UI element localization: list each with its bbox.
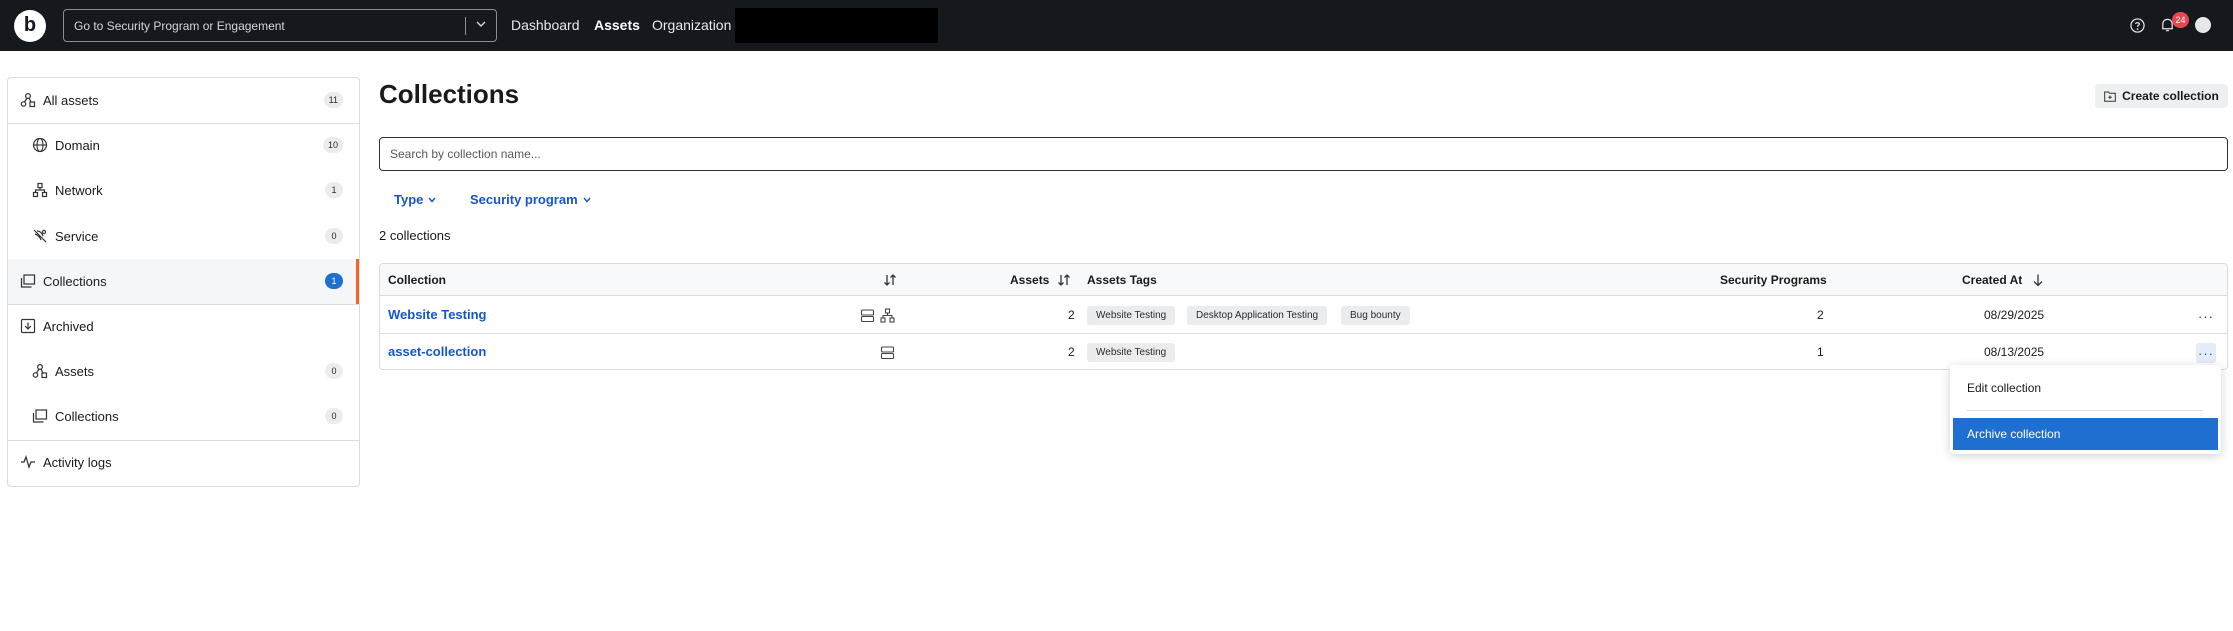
page-title: Collections	[379, 79, 520, 109]
filter-label: Security program	[470, 192, 578, 207]
server-icon	[860, 309, 875, 323]
sidebar-item-domain[interactable]: Domain 10	[8, 123, 359, 168]
sidebar-count-badge: 11	[323, 92, 343, 108]
activity-icon	[21, 455, 35, 469]
top-navigation-bar: b Go to Security Program or Engagement D…	[0, 0, 2233, 51]
goto-separator	[465, 17, 466, 35]
network-icon	[32, 182, 48, 198]
column-header-assets[interactable]: Assets	[1010, 273, 1049, 287]
sidebar-item-network[interactable]: Network 1	[8, 168, 359, 213]
logo-letter: b	[23, 13, 37, 36]
asset-tag: Bug bounty	[1341, 306, 1410, 325]
more-icon: ···	[2198, 345, 2214, 361]
row-actions-button[interactable]: ···	[2196, 343, 2216, 363]
folder-plus-icon	[2104, 91, 2116, 102]
network-icon	[880, 308, 895, 323]
security-program-filter-dropdown[interactable]: Security program	[470, 192, 591, 207]
globe-icon	[32, 137, 48, 153]
collection-search-input[interactable]	[379, 137, 2228, 171]
chevron-down-icon	[583, 197, 591, 203]
nav-dashboard[interactable]: Dashboard	[511, 17, 580, 33]
edit-collection-menu-item[interactable]: Edit collection	[1953, 372, 2218, 404]
collections-count: 2 collections	[379, 228, 451, 243]
column-header-security-programs: Security Programs	[1720, 273, 1827, 287]
sidebar-item-label: Activity logs	[43, 455, 112, 470]
row-actions-menu: Edit collection Archive collection	[1950, 365, 2221, 454]
nav-assets[interactable]: Assets	[594, 17, 640, 33]
user-avatar[interactable]	[2195, 17, 2211, 33]
sort-icon[interactable]	[1057, 273, 1071, 287]
sidebar-item-service[interactable]: Service 0	[8, 214, 359, 259]
collection-name-link[interactable]: asset-collection	[388, 344, 486, 359]
redacted-area	[735, 8, 938, 43]
create-collection-label: Create collection	[2122, 89, 2219, 103]
created-at-date: 08/29/2025	[1984, 308, 2045, 322]
sidebar-item-label: Collections	[43, 274, 107, 289]
column-header-asset-tags: Assets Tags	[1087, 273, 1157, 287]
chevron-down-icon[interactable]	[476, 19, 486, 29]
security-programs-count: 2	[1817, 308, 1824, 322]
service-icon	[33, 229, 47, 243]
sidebar-item-archived[interactable]: Archived	[8, 304, 359, 349]
sidebar-item-all-assets[interactable]: All assets 11	[8, 78, 359, 123]
sidebar-count-badge: 1	[325, 182, 343, 198]
sidebar-item-archived-collections[interactable]: Collections 0	[8, 394, 359, 439]
goto-program-selector[interactable]: Go to Security Program or Engagement	[63, 9, 497, 42]
table-row: Website Testing 2 Website Testing Deskto…	[380, 297, 2227, 334]
chevron-down-icon	[428, 197, 436, 203]
assets-count: 2	[1068, 345, 1075, 359]
create-collection-button[interactable]: Create collection	[2095, 84, 2228, 108]
sidebar-item-label: All assets	[43, 93, 99, 108]
sidebar-item-label: Assets	[55, 364, 95, 379]
sidebar-item-archived-assets[interactable]: Assets 0	[8, 349, 359, 394]
row-actions-button[interactable]: ···	[2196, 306, 2216, 326]
more-icon: ···	[2198, 308, 2214, 324]
sidebar-item-label: Domain	[55, 138, 100, 153]
assets-count: 2	[1068, 308, 1075, 322]
sidebar-count-badge: 0	[325, 228, 343, 244]
nav-organization[interactable]: Organization	[652, 17, 731, 33]
sidebar-item-label: Service	[55, 229, 99, 244]
security-programs-count: 1	[1817, 345, 1824, 359]
archive-collection-menu-item[interactable]: Archive collection	[1953, 418, 2218, 450]
menu-divider	[1967, 410, 2203, 411]
sidebar-count-badge: 0	[325, 363, 343, 379]
assets-icon	[20, 92, 36, 108]
created-at-date: 08/13/2025	[1984, 345, 2045, 359]
server-icon	[880, 346, 895, 360]
column-header-created-at[interactable]: Created At	[1962, 273, 2022, 287]
asset-tag: Website Testing	[1087, 343, 1176, 362]
archive-icon	[20, 318, 36, 334]
collections-table: Collection Assets Assets Tags Security P…	[379, 263, 2228, 370]
help-icon[interactable]	[2130, 18, 2145, 33]
assets-icon	[32, 363, 48, 379]
sidebar-count-badge: 1	[325, 273, 343, 289]
type-filter-dropdown[interactable]: Type	[394, 192, 436, 207]
sidebar-item-label: Network	[55, 183, 103, 198]
sort-icon[interactable]	[883, 273, 897, 287]
assets-sidebar: All assets 11 Domain 10 Network 1 Servic…	[7, 77, 360, 487]
table-header: Collection Assets Assets Tags Security P…	[380, 264, 2227, 296]
sidebar-item-activity-logs[interactable]: Activity logs	[8, 440, 359, 485]
bugcrowd-logo[interactable]: b	[14, 10, 46, 42]
collection-name-link[interactable]: Website Testing	[388, 307, 486, 322]
column-header-collection[interactable]: Collection	[388, 273, 446, 287]
sidebar-item-label: Collections	[55, 409, 119, 424]
sidebar-item-label: Archived	[43, 319, 94, 334]
filter-label: Type	[394, 192, 424, 207]
asset-tag: Website Testing	[1087, 306, 1176, 325]
arrow-down-icon[interactable]	[2031, 273, 2045, 287]
sidebar-count-badge: 10	[322, 137, 343, 153]
sidebar-count-badge: 0	[325, 408, 343, 424]
asset-tag: Desktop Application Testing	[1187, 306, 1328, 325]
goto-placeholder: Go to Security Program or Engagement	[74, 19, 285, 33]
collections-icon	[20, 274, 36, 288]
sidebar-item-collections[interactable]: Collections 1	[8, 259, 359, 304]
collections-icon	[32, 409, 48, 423]
notification-badge: 24	[2172, 12, 2189, 28]
